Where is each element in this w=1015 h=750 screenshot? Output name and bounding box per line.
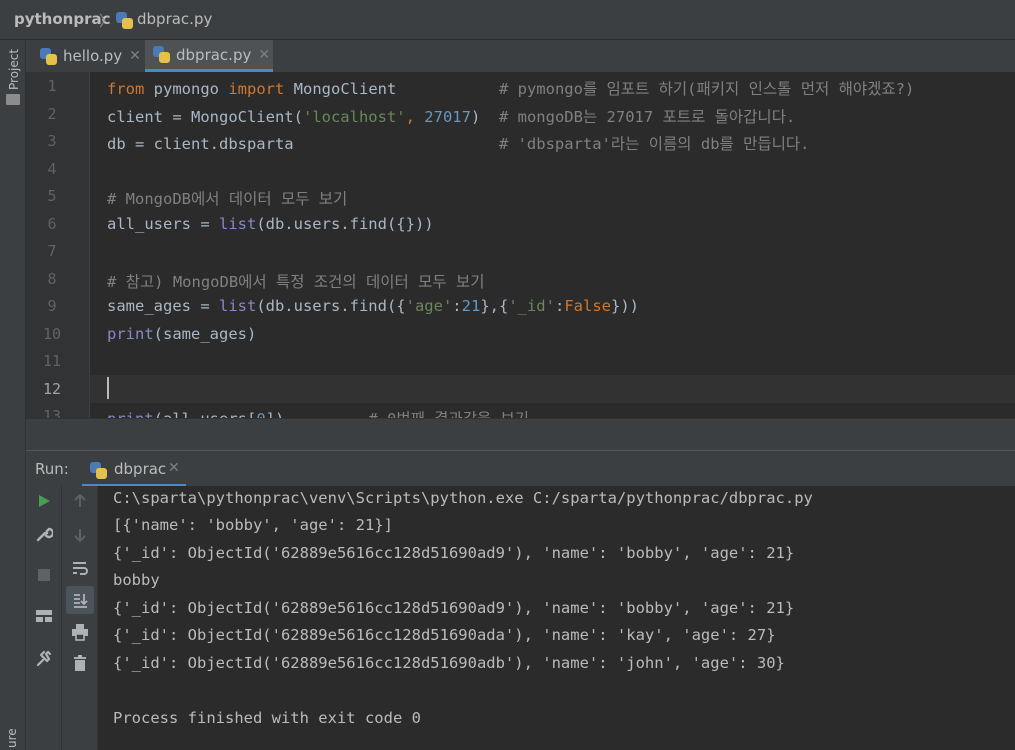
close-icon[interactable]: ✕	[258, 47, 270, 63]
console-line: bobby	[113, 571, 160, 589]
code-line-2: client = MongoClient('localhost', 27017)…	[107, 108, 796, 126]
console-line: {'_id': ObjectId('62889e5616cc128d51690a…	[113, 544, 795, 562]
rerun-play-icon[interactable]	[26, 489, 62, 513]
code-line-10: print(same_ages)	[107, 325, 257, 343]
line-number: 8	[47, 270, 57, 288]
line-number: 4	[47, 160, 57, 178]
line-number: 11	[42, 352, 62, 370]
close-icon[interactable]: ✕	[129, 48, 141, 64]
structure-tool-label[interactable]: ure	[5, 728, 19, 748]
run-panel-header: Run: dbprac ✕	[26, 450, 1015, 487]
line-number: 5	[47, 187, 57, 205]
code-line-8: # 참고) MongoDB에서 특정 조건의 데이터 모두 보기	[107, 273, 485, 291]
editor-horizontal-scrollbar[interactable]	[26, 418, 1015, 450]
code-line-9: same_ages = list(db.users.find({'age':21…	[107, 297, 639, 315]
editor-tab-bar: hello.py ✕ dbprac.py ✕	[26, 40, 1015, 72]
code-line-5: # MongoDB에서 데이터 모두 보기	[107, 190, 348, 208]
text-caret	[107, 377, 109, 399]
tab-label: dbprac.py	[176, 45, 252, 64]
line-number: 2	[47, 105, 57, 123]
tab-label: hello.py	[63, 47, 123, 65]
line-number: 10	[42, 325, 62, 343]
print-icon[interactable]	[62, 620, 98, 644]
line-number: 9	[47, 297, 57, 315]
console-line: Process finished with exit code 0	[113, 709, 421, 727]
breadcrumb-project[interactable]: pythonprac	[14, 10, 111, 28]
console-line: {'_id': ObjectId('62889e5616cc128d51690a…	[113, 654, 785, 672]
project-tool-strip: Project ure	[0, 40, 26, 750]
code-line-3: db = client.dbsparta # 'dbsparta'라는 이름의 …	[107, 135, 810, 153]
arrow-up-icon[interactable]	[62, 489, 98, 513]
run-toolbar-left	[26, 486, 62, 750]
code-line-1: from pymongo import MongoClient # pymong…	[107, 80, 915, 98]
breadcrumb-file[interactable]: dbprac.py	[137, 10, 212, 28]
run-tab-dbprac[interactable]: dbprac ✕	[82, 451, 186, 487]
console-line: {'_id': ObjectId('62889e5616cc128d51690a…	[113, 626, 776, 644]
trash-icon[interactable]	[62, 651, 98, 675]
arrow-down-icon[interactable]	[62, 523, 98, 547]
console-line: [{'name': 'bobby', 'age': 21}]	[113, 516, 393, 534]
scroll-to-end-icon[interactable]	[66, 586, 94, 614]
tab-hello-py[interactable]: hello.py ✕	[40, 40, 141, 72]
code-line-13: print(all_users[0]) # 0번째 결과값을 보기	[107, 407, 529, 418]
line-number: 7	[47, 242, 57, 260]
line-number: 12	[42, 380, 62, 398]
pin-icon[interactable]	[26, 646, 62, 670]
layout-icon[interactable]	[26, 604, 62, 628]
code-line-6: all_users = list(db.users.find({}))	[107, 215, 434, 233]
python-file-icon	[90, 460, 107, 479]
soft-wrap-icon[interactable]	[62, 556, 98, 580]
tab-dbprac-py[interactable]: dbprac.py ✕	[145, 40, 273, 72]
line-number: 6	[47, 215, 57, 233]
console-line: {'_id': ObjectId('62889e5616cc128d51690a…	[113, 599, 795, 617]
close-icon[interactable]: ✕	[168, 460, 180, 476]
wrench-icon[interactable]	[26, 522, 62, 546]
run-tab-label: dbprac	[114, 460, 167, 478]
breadcrumb: pythonprac 〉 dbprac.py	[0, 0, 1015, 40]
project-tool-label[interactable]: Project	[7, 49, 21, 90]
run-console-output[interactable]: C:\sparta\pythonprac\venv\Scripts\python…	[98, 486, 1015, 750]
python-file-icon	[40, 47, 57, 65]
current-line-highlight	[90, 375, 1015, 403]
run-toolbar-right	[62, 486, 98, 750]
console-line: C:\sparta\pythonprac\venv\Scripts\python…	[113, 489, 813, 507]
line-number: 3	[47, 132, 57, 150]
breadcrumb-separator-icon: 〉	[99, 12, 115, 30]
python-file-icon	[116, 11, 133, 29]
stop-icon[interactable]	[26, 563, 62, 587]
python-file-icon	[153, 46, 170, 63]
folder-icon[interactable]	[6, 94, 20, 105]
run-label: Run:	[35, 460, 69, 478]
line-number-gutter[interactable]: 1 2 3 4 5 6 7 8 9 10 11 12 13	[26, 72, 90, 425]
code-editor[interactable]: from pymongo import MongoClient # pymong…	[90, 72, 1015, 418]
line-number: 1	[47, 77, 57, 95]
